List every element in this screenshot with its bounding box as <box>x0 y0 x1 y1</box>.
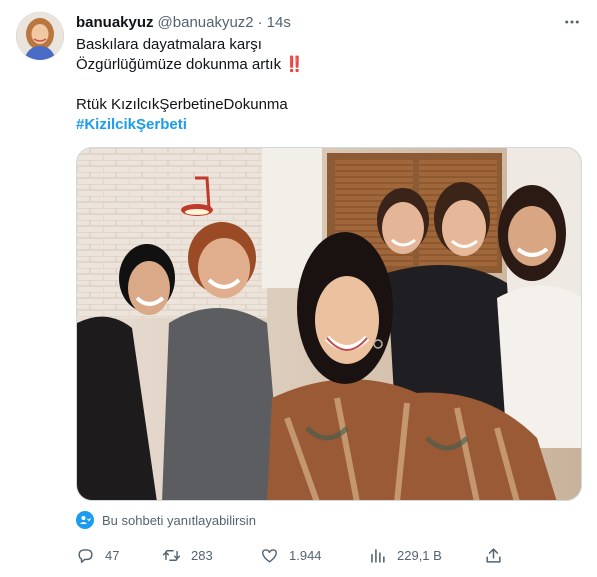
reply-restriction-text: Bu sohbeti yanıtlayabilirsin <box>102 512 256 528</box>
tweet-line-1: Baskılara dayatmalara karşı <box>76 36 262 53</box>
tweet-text: Baskılara dayatmalara karşı Özgürlüğümüz… <box>76 35 576 135</box>
avatar-image <box>16 12 64 60</box>
views-count: 229,1 B <box>397 547 442 563</box>
tweet-photo[interactable] <box>76 147 582 501</box>
reply-button[interactable]: 47 <box>76 544 119 566</box>
retweet-count: 283 <box>191 547 213 563</box>
tweet-timestamp[interactable]: 14s <box>267 14 291 31</box>
reply-icon <box>78 548 93 563</box>
reply-restriction-notice: Bu sohbeti yanıtlayabilirsin <box>76 510 256 530</box>
separator-dot: · <box>257 13 263 31</box>
tweet[interactable]: banuakyuz @banuakyuz2 · 14s Baskılara da… <box>0 0 597 577</box>
like-count: 1.944 <box>289 547 322 563</box>
retweet-button[interactable]: 283 <box>162 544 213 566</box>
double-exclamation-emoji: ‼️ <box>285 56 304 73</box>
retweet-icon <box>162 549 181 561</box>
group-selfie-image <box>77 148 581 500</box>
share-icon <box>486 547 501 563</box>
more-dots-icon <box>565 20 579 24</box>
author-handle[interactable]: @banuakyuz2 <box>158 14 254 31</box>
views-button[interactable]: 229,1 B <box>368 544 442 566</box>
views-chart-icon <box>371 548 385 563</box>
tweet-line-2: Özgürlüğümüze dokunma artık ‼️ <box>76 55 576 75</box>
author-display-name[interactable]: banuakyuz <box>76 14 154 31</box>
heart-icon <box>262 548 277 563</box>
like-button[interactable]: 1.944 <box>260 544 322 566</box>
tweet-actions-bar: 47 283 1.944 229,1 B <box>76 544 506 566</box>
share-button[interactable] <box>484 544 503 566</box>
reply-count: 47 <box>105 547 120 563</box>
line-break <box>76 75 576 95</box>
tweet-header: banuakyuz @banuakyuz2 · 14s <box>76 12 291 32</box>
tweet-line-2-text: Özgürlüğümüze dokunma artık <box>76 56 282 73</box>
avatar[interactable] <box>16 12 64 60</box>
hashtag-link[interactable]: #KizilcikŞerbeti <box>76 115 576 135</box>
more-options-button[interactable] <box>560 12 584 32</box>
tweet-line-3: Rtük KızılcıkŞerbetineDokunma <box>76 96 288 113</box>
people-icon <box>76 511 94 529</box>
